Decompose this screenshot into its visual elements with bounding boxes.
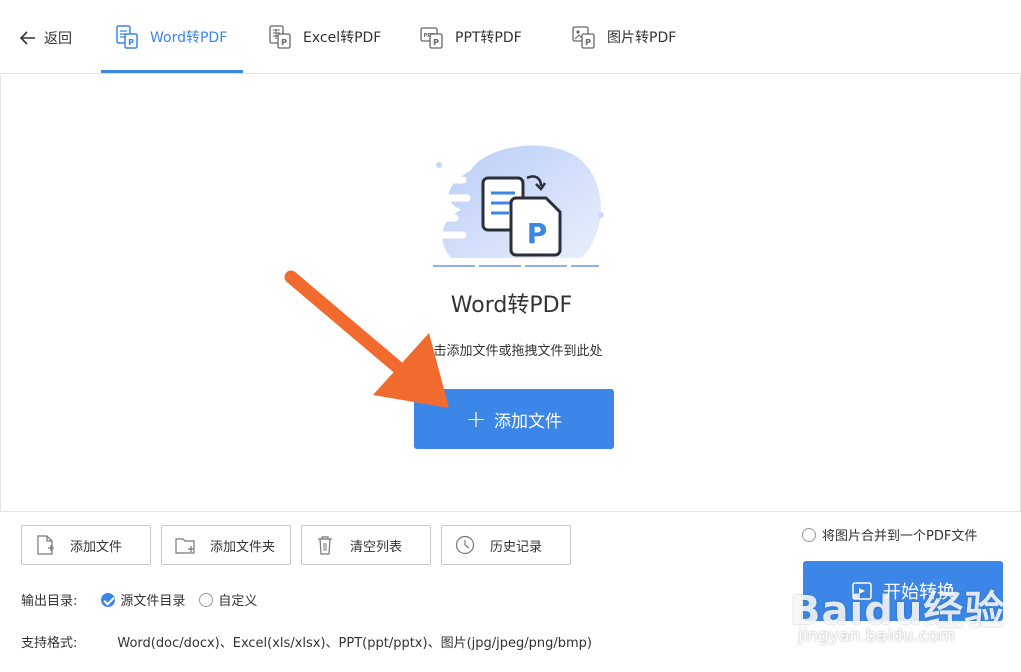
clear-list-label: 清空列表 (350, 539, 403, 555)
svg-text:P: P (585, 38, 591, 47)
formats-label: 支持格式: (21, 636, 78, 651)
plus-icon: + (465, 405, 487, 433)
add-file-main-label: 添加文件 (494, 411, 563, 432)
tab-image-to-pdf[interactable]: P 图片转PDF (571, 0, 676, 74)
output-label: 输出目录: (21, 594, 78, 609)
word-to-pdf-icon: P (116, 25, 138, 49)
drop-area-hint: 点击添加文件或拖拽文件到此处 (420, 344, 603, 359)
source-dir-radio[interactable] (101, 592, 116, 607)
clear-list-button[interactable]: 清空列表 (301, 525, 431, 565)
source-dir-label: 源文件目录 (120, 594, 186, 609)
history-button[interactable]: 历史记录 (441, 525, 571, 565)
add-folder-button[interactable]: 添加文件夹 (161, 525, 291, 565)
tab-label: Excel转PDF (303, 30, 382, 46)
back-button[interactable]: 返回 (18, 28, 72, 48)
svg-text:P: P (527, 217, 548, 250)
custom-dir-radio[interactable] (199, 592, 214, 607)
svg-text:P: P (281, 38, 287, 47)
add-folder-label: 添加文件夹 (210, 539, 276, 555)
output-directory-row: 输出目录: 源文件目录 自定义 (21, 590, 257, 609)
output-option-custom[interactable]: 自定义 (199, 590, 257, 609)
convert-icon (852, 582, 872, 600)
file-drop-area[interactable]: P Word转PDF 点击添加文件或拖拽文件到此处 + 添加文件 (0, 75, 1021, 512)
start-convert-label: 开始转换 (883, 582, 955, 603)
top-tab-bar: 返回 P Word转PDF P Excel转PDF PPT P PPT转PDF (0, 0, 1021, 74)
tab-word-to-pdf[interactable]: P Word转PDF (114, 0, 227, 74)
add-file-button[interactable]: 添加文件 (21, 525, 151, 565)
tab-label: Word转PDF (150, 30, 228, 46)
excel-to-pdf-icon: P (269, 25, 291, 49)
history-clock-icon (455, 535, 475, 555)
drop-area-title: Word转PDF (450, 293, 573, 318)
add-folder-icon (175, 538, 195, 554)
tab-label: 图片转PDF (607, 30, 677, 46)
watermark-url: jingyan.baidu.com (798, 626, 955, 646)
image-to-pdf-icon: P (572, 26, 595, 49)
word-to-pdf-illustration: P (431, 145, 604, 267)
merge-radio[interactable] (802, 527, 816, 542)
ppt-to-pdf-icon: PPT P (420, 27, 443, 49)
output-option-source-dir[interactable]: 源文件目录 (101, 590, 185, 609)
tab-label: PPT转PDF (455, 30, 522, 46)
merge-label: 将图片合并到一个PDF文件 (822, 529, 978, 544)
trash-icon (318, 536, 332, 555)
active-tab-indicator (101, 70, 243, 73)
svg-text:P: P (128, 38, 134, 47)
add-file-label: 添加文件 (70, 539, 123, 555)
tab-ppt-to-pdf[interactable]: PPT P PPT转PDF (419, 0, 522, 74)
start-convert-button[interactable]: 开始转换 (803, 561, 1003, 621)
add-file-icon (37, 535, 54, 555)
history-label: 历史记录 (490, 539, 543, 555)
tab-excel-to-pdf[interactable]: P Excel转PDF (267, 0, 381, 74)
custom-dir-label: 自定义 (218, 594, 258, 609)
arrow-left-icon (19, 31, 35, 45)
add-file-main-button[interactable]: + 添加文件 (414, 389, 614, 449)
svg-text:P: P (433, 38, 439, 47)
back-label: 返回 (44, 31, 72, 47)
formats-value: Word(doc/docx)、Excel(xls/xlsx)、PPT(ppt/p… (117, 636, 592, 651)
merge-images-option[interactable]: 将图片合并到一个PDF文件 (802, 525, 977, 544)
supported-formats-row: 支持格式: Word(doc/docx)、Excel(xls/xlsx)、PPT… (21, 632, 592, 651)
